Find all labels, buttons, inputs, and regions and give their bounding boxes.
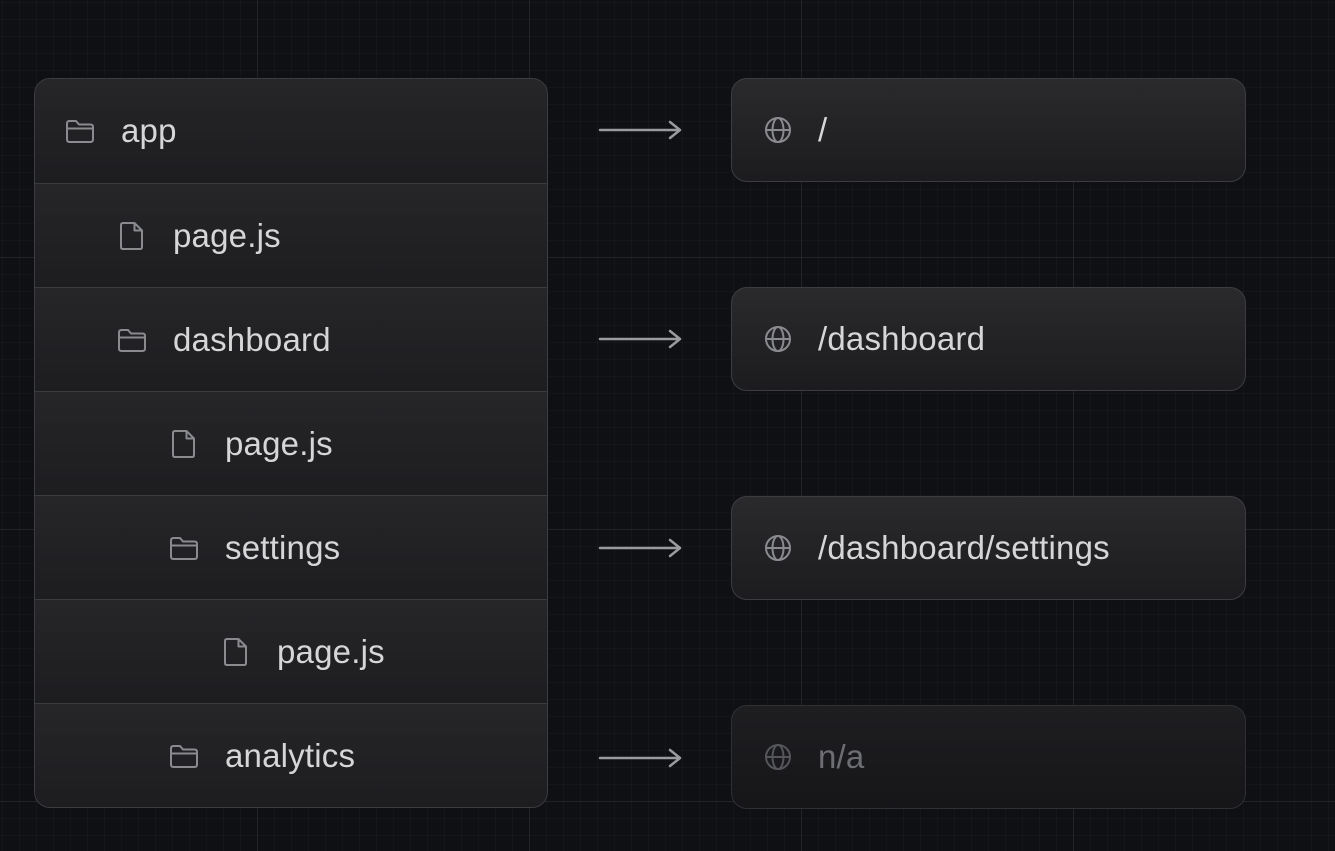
folder-icon: [117, 325, 147, 355]
file-tree: app page.js dashboard page.js settings p…: [34, 78, 548, 808]
globe-icon: [762, 114, 794, 146]
route-dashboard: /dashboard: [731, 287, 1246, 391]
tree-item-label: page.js: [277, 632, 385, 670]
arrow-right-icon: [598, 748, 682, 768]
tree-item-app: app: [35, 79, 547, 183]
globe-icon: [762, 323, 794, 355]
route-not-available: n/a: [731, 705, 1246, 809]
tree-item-label: settings: [225, 528, 341, 566]
tree-item-dashboard: dashboard: [35, 287, 547, 391]
route-label: n/a: [818, 738, 865, 775]
tree-item-label: page.js: [225, 424, 333, 462]
tree-item-page-js: page.js: [35, 183, 547, 287]
tree-item-settings: settings: [35, 495, 547, 599]
tree-item-analytics: analytics: [35, 703, 547, 807]
globe-icon: [762, 741, 794, 773]
globe-icon: [762, 532, 794, 564]
route-label: /dashboard/settings: [818, 529, 1110, 566]
tree-item-page-js: page.js: [35, 599, 547, 703]
route-mapping-diagram: app page.js dashboard page.js settings p…: [0, 0, 1335, 851]
arrow-right-icon: [598, 538, 682, 558]
folder-icon: [169, 533, 199, 563]
file-icon: [117, 221, 147, 251]
tree-item-label: dashboard: [173, 320, 331, 358]
tree-item-page-js: page.js: [35, 391, 547, 495]
file-icon: [169, 429, 199, 459]
folder-icon: [65, 116, 95, 146]
file-icon: [221, 637, 251, 667]
arrow-right-icon: [598, 329, 682, 349]
tree-item-label: analytics: [225, 736, 356, 774]
route-label: /dashboard: [818, 320, 986, 357]
tree-item-label: app: [121, 112, 177, 149]
arrow-right-icon: [598, 120, 682, 140]
folder-icon: [169, 741, 199, 771]
route-dashboard-settings: /dashboard/settings: [731, 496, 1246, 600]
route-root: /: [731, 78, 1246, 182]
route-label: /: [818, 111, 828, 148]
tree-item-label: page.js: [173, 216, 281, 254]
